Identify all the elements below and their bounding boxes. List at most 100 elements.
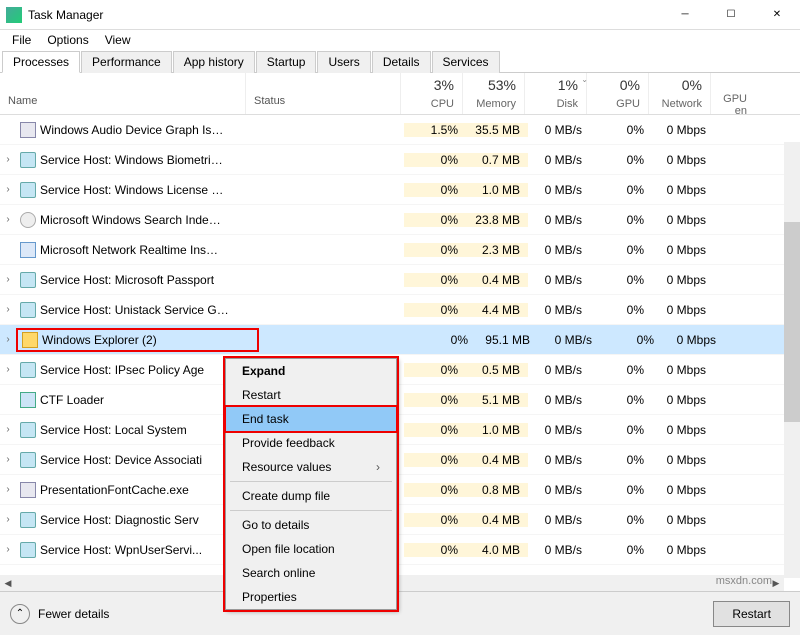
expand-icon[interactable]: › [0,364,16,375]
process-row[interactable]: ›Microsoft Windows Search Inde…0%23.8 MB… [0,205,800,235]
process-row[interactable]: ›Service Host: Windows License …0%1.0 MB… [0,175,800,205]
process-name: Microsoft Network Realtime Ins… [40,243,249,257]
tab-details[interactable]: Details [372,51,431,73]
expand-icon[interactable]: › [0,304,16,315]
cm-provide-feedback[interactable]: Provide feedback [226,431,396,455]
network-cell: 0 Mbps [652,123,714,137]
scrollbar-thumb[interactable] [784,222,800,422]
process-icon [20,302,36,318]
col-gpu[interactable]: 0%GPU [586,73,648,114]
process-icon [20,212,36,228]
process-row[interactable]: ›Service Host: WpnUserServi...0%4.0 MB0 … [0,535,800,565]
network-cell: 0 Mbps [652,303,714,317]
col-status[interactable]: Status [245,73,400,114]
cpu-cell: 0% [404,393,466,407]
expand-icon[interactable] [0,244,16,255]
expand-icon[interactable]: › [0,274,16,285]
expand-icon[interactable]: › [0,214,16,225]
disk-cell: 0 MB/s [528,423,590,437]
disk-cell: 0 MB/s [528,123,590,137]
memory-cell: 0.4 MB [466,273,528,287]
close-button[interactable]: ✕ [754,0,800,30]
gpu-cell: 0% [590,213,652,227]
process-icon [22,332,38,348]
gpu-cell: 0% [590,483,652,497]
process-row[interactable]: Microsoft Network Realtime Ins…0%2.3 MB0… [0,235,800,265]
col-gpu-engine[interactable]: GPU en [710,73,755,114]
maximize-button[interactable]: ☐ [708,0,754,30]
process-icon [20,482,36,498]
col-network[interactable]: 0%Network [648,73,710,114]
cpu-cell: 0% [404,513,466,527]
tab-startup[interactable]: Startup [256,51,317,73]
memory-cell: 95.1 MB [476,333,538,347]
cm-properties[interactable]: Properties [226,585,396,609]
cpu-cell: 0% [404,303,466,317]
process-row[interactable]: ›PresentationFontCache.exe0%0.8 MB0 MB/s… [0,475,800,505]
cm-restart[interactable]: Restart [226,383,396,407]
tab-services[interactable]: Services [432,51,500,73]
scroll-left-icon[interactable]: ◀ [0,578,16,589]
cpu-cell: 0% [404,153,466,167]
cm-create-dump[interactable]: Create dump file [226,484,396,508]
col-disk[interactable]: ⌄1%Disk [524,73,586,114]
col-name[interactable]: Name [0,73,245,114]
chevron-up-icon[interactable]: ⌃ [10,604,30,624]
process-icon [20,362,36,378]
expand-icon[interactable]: › [0,184,16,195]
menu-view[interactable]: View [97,31,139,49]
memory-cell: 2.3 MB [466,243,528,257]
network-cell: 0 Mbps [652,483,714,497]
cm-open-file-location[interactable]: Open file location [226,537,396,561]
cpu-cell: 1.5% [404,123,466,137]
memory-cell: 0.4 MB [466,453,528,467]
col-memory[interactable]: 53%Memory [462,73,524,114]
tab-app-history[interactable]: App history [173,51,255,73]
title-bar: Task Manager ─ ☐ ✕ [0,0,800,30]
expand-icon[interactable]: › [0,544,16,555]
cpu-cell: 0% [404,243,466,257]
process-row[interactable]: ›Service Host: Local System0%1.0 MB0 MB/… [0,415,800,445]
minimize-button[interactable]: ─ [662,0,708,30]
expand-icon[interactable]: › [0,334,16,345]
disk-cell: 0 MB/s [528,183,590,197]
process-row[interactable]: ›Service Host: Windows Biometri…0%0.7 MB… [0,145,800,175]
expand-icon[interactable]: › [0,424,16,435]
expand-icon[interactable]: › [0,454,16,465]
process-row[interactable]: ›Service Host: Device Associati0%0.4 MB0… [0,445,800,475]
process-icon [20,542,36,558]
vertical-scrollbar[interactable] [784,142,800,578]
disk-cell: 0 MB/s [528,213,590,227]
tab-users[interactable]: Users [317,51,370,73]
process-row[interactable]: Windows Audio Device Graph Is…1.5%35.5 M… [0,115,800,145]
restart-button[interactable]: Restart [713,601,790,627]
disk-cell: 0 MB/s [528,513,590,527]
cm-end-task[interactable]: End task [226,407,396,431]
expand-icon[interactable] [0,124,16,135]
menu-options[interactable]: Options [39,31,96,49]
window-title: Task Manager [28,8,662,22]
cpu-cell: 0% [404,543,466,557]
cm-expand[interactable]: Expand [226,359,396,383]
tab-performance[interactable]: Performance [81,51,172,73]
cpu-cell: 0% [404,483,466,497]
expand-icon[interactable]: › [0,484,16,495]
process-row[interactable]: ›Service Host: IPsec Policy Age0%0.5 MB0… [0,355,800,385]
cm-resource-values[interactable]: Resource values [226,455,396,479]
process-row[interactable]: ›Service Host: Microsoft Passport0%0.4 M… [0,265,800,295]
process-icon [20,242,36,258]
process-row[interactable]: CTF Loader0%5.1 MB0 MB/s0%0 Mbps [0,385,800,415]
cm-go-to-details[interactable]: Go to details [226,513,396,537]
process-row[interactable]: ›Windows Explorer (2)0%95.1 MB0 MB/s0%0 … [0,325,800,355]
expand-icon[interactable]: › [0,514,16,525]
process-row[interactable]: ›Service Host: Diagnostic Serv0%0.4 MB0 … [0,505,800,535]
process-icon [20,512,36,528]
expand-icon[interactable]: › [0,154,16,165]
tab-processes[interactable]: Processes [2,51,80,73]
cm-search-online[interactable]: Search online [226,561,396,585]
process-row[interactable]: ›Service Host: Unistack Service G…0%4.4 … [0,295,800,325]
expand-icon[interactable] [0,394,16,405]
process-icon [20,122,36,138]
menu-file[interactable]: File [4,31,39,49]
col-cpu[interactable]: 3%CPU [400,73,462,114]
